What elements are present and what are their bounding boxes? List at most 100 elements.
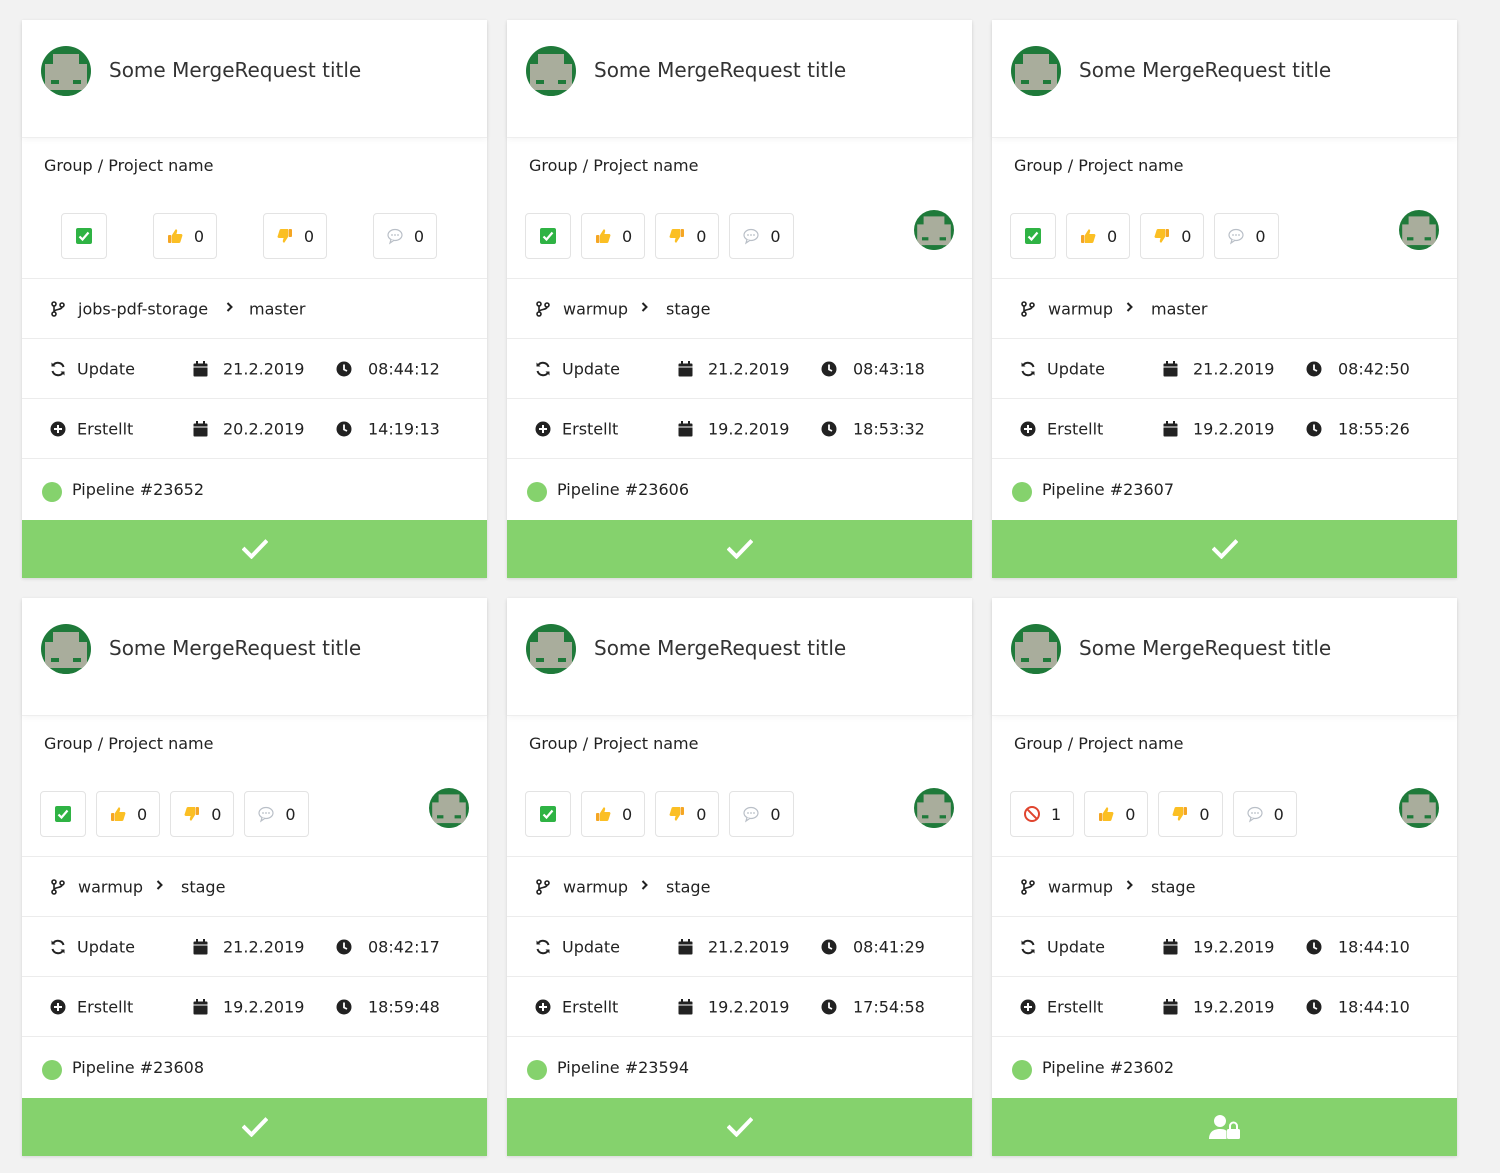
pipeline-link[interactable]: Pipeline #23602 <box>1042 1058 1174 1077</box>
source-branch[interactable]: warmup <box>563 299 628 318</box>
approval-badge[interactable]: 1 <box>1010 791 1075 837</box>
merge-request-title[interactable]: Some MergeRequest title <box>594 636 846 660</box>
assignee-avatar[interactable] <box>1399 788 1439 828</box>
thumbs-down-badge[interactable]: 0 <box>1158 791 1223 837</box>
target-branch[interactable]: master <box>1151 299 1207 318</box>
status-footer[interactable] <box>992 1098 1457 1156</box>
updated-time: 08:43:18 <box>853 359 925 378</box>
card-body: Group / Project name 1 0 0 0 <box>992 716 1457 857</box>
target-branch[interactable]: stage <box>666 299 710 318</box>
pipeline-row[interactable]: Pipeline #23608 <box>22 1037 487 1100</box>
pipeline-row[interactable]: Pipeline #23594 <box>507 1037 972 1100</box>
status-footer[interactable] <box>22 1098 487 1156</box>
merge-request-title[interactable]: Some MergeRequest title <box>109 636 361 660</box>
clock-icon <box>336 361 352 377</box>
merge-request-card[interactable]: Some MergeRequest title Group / Project … <box>22 20 487 578</box>
assignee-avatar[interactable] <box>429 788 469 828</box>
source-branch[interactable]: warmup <box>563 877 628 896</box>
status-footer[interactable] <box>992 520 1457 578</box>
card-header: Some MergeRequest title <box>22 598 487 716</box>
author-avatar[interactable] <box>1011 624 1061 674</box>
status-footer[interactable] <box>507 1098 972 1156</box>
comments-badge[interactable]: 0 <box>1232 791 1297 837</box>
pipeline-link[interactable]: Pipeline #23608 <box>72 1058 204 1077</box>
calendar-icon <box>678 360 694 377</box>
source-branch[interactable]: jobs-pdf-storage <box>78 299 208 318</box>
project-path[interactable]: Group / Project name <box>44 734 213 753</box>
merge-request-title[interactable]: Some MergeRequest title <box>109 58 361 82</box>
pipeline-link[interactable]: Pipeline #23607 <box>1042 480 1174 499</box>
comments-badge[interactable]: 0 <box>244 791 309 837</box>
created-label: Erstellt <box>1047 997 1104 1016</box>
created-row: Erstellt 20.2.2019 14:19:13 <box>22 399 487 459</box>
project-path[interactable]: Group / Project name <box>44 156 213 175</box>
merge-request-card[interactable]: Some MergeRequest title Group / Project … <box>992 20 1457 578</box>
pipeline-row[interactable]: Pipeline #23652 <box>22 459 487 522</box>
status-footer[interactable] <box>22 520 487 578</box>
approval-badge[interactable] <box>1010 213 1056 259</box>
created-row: Erstellt 19.2.2019 18:53:32 <box>507 399 972 459</box>
author-avatar[interactable] <box>526 624 576 674</box>
card-body: Group / Project name 0 0 0 <box>992 138 1457 279</box>
pipeline-row[interactable]: Pipeline #23602 <box>992 1037 1457 1100</box>
approval-badge[interactable] <box>40 791 86 837</box>
approved-checkbox-icon <box>75 227 93 245</box>
thumbs-up-badge[interactable]: 0 <box>581 213 646 259</box>
chevron-right-icon <box>640 879 650 895</box>
comments-count: 0 <box>1255 226 1266 246</box>
approval-badge[interactable] <box>61 213 107 259</box>
source-branch[interactable]: warmup <box>1048 299 1113 318</box>
plus-circle-icon <box>1020 421 1036 437</box>
pipeline-link[interactable]: Pipeline #23594 <box>557 1058 689 1077</box>
comments-badge[interactable]: 0 <box>729 213 794 259</box>
author-avatar[interactable] <box>41 46 91 96</box>
merge-request-card[interactable]: Some MergeRequest title Group / Project … <box>507 598 972 1156</box>
approval-badge[interactable] <box>525 791 571 837</box>
thumbs-up-badge[interactable]: 0 <box>96 791 161 837</box>
assignee-avatar[interactable] <box>1399 210 1439 250</box>
merge-request-title[interactable]: Some MergeRequest title <box>1079 58 1331 82</box>
pipeline-link[interactable]: Pipeline #23606 <box>557 480 689 499</box>
pipeline-row[interactable]: Pipeline #23607 <box>992 459 1457 522</box>
status-footer[interactable] <box>507 520 972 578</box>
thumbs-down-badge[interactable]: 0 <box>170 791 235 837</box>
target-branch[interactable]: stage <box>666 877 710 896</box>
merge-request-title[interactable]: Some MergeRequest title <box>594 58 846 82</box>
merge-request-title[interactable]: Some MergeRequest title <box>1079 636 1331 660</box>
project-path[interactable]: Group / Project name <box>1014 734 1183 753</box>
source-branch[interactable]: warmup <box>1048 877 1113 896</box>
assignee-avatar[interactable] <box>914 210 954 250</box>
thumbs-down-badge[interactable]: 0 <box>655 791 720 837</box>
target-branch[interactable]: stage <box>181 877 225 896</box>
created-date: 19.2.2019 <box>708 997 790 1016</box>
author-avatar[interactable] <box>1011 46 1061 96</box>
created-date: 19.2.2019 <box>1193 419 1275 438</box>
approval-badge[interactable] <box>525 213 571 259</box>
merge-request-card[interactable]: Some MergeRequest title Group / Project … <box>992 598 1457 1156</box>
author-avatar[interactable] <box>526 46 576 96</box>
clock-icon <box>1306 361 1322 377</box>
calendar-icon <box>1163 938 1179 955</box>
assignee-avatar[interactable] <box>914 788 954 828</box>
thumbs-up-badge[interactable]: 0 <box>581 791 646 837</box>
thumbs-down-badge[interactable]: 0 <box>262 213 327 259</box>
pipeline-row[interactable]: Pipeline #23606 <box>507 459 972 522</box>
project-path[interactable]: Group / Project name <box>1014 156 1183 175</box>
comments-badge[interactable]: 0 <box>729 791 794 837</box>
merge-request-card[interactable]: Some MergeRequest title Group / Project … <box>22 598 487 1156</box>
merge-request-card[interactable]: Some MergeRequest title Group / Project … <box>507 20 972 578</box>
target-branch[interactable]: stage <box>1151 877 1195 896</box>
comments-badge[interactable]: 0 <box>372 213 437 259</box>
thumbs-up-badge[interactable]: 0 <box>1084 791 1149 837</box>
project-path[interactable]: Group / Project name <box>529 734 698 753</box>
pipeline-link[interactable]: Pipeline #23652 <box>72 480 204 499</box>
author-avatar[interactable] <box>41 624 91 674</box>
source-branch[interactable]: warmup <box>78 877 143 896</box>
thumbs-down-badge[interactable]: 0 <box>655 213 720 259</box>
target-branch[interactable]: master <box>249 299 305 318</box>
project-path[interactable]: Group / Project name <box>529 156 698 175</box>
thumbs-up-badge[interactable]: 0 <box>152 213 217 259</box>
thumbs-down-badge[interactable]: 0 <box>1140 213 1205 259</box>
comments-badge[interactable]: 0 <box>1214 213 1279 259</box>
thumbs-up-badge[interactable]: 0 <box>1066 213 1131 259</box>
